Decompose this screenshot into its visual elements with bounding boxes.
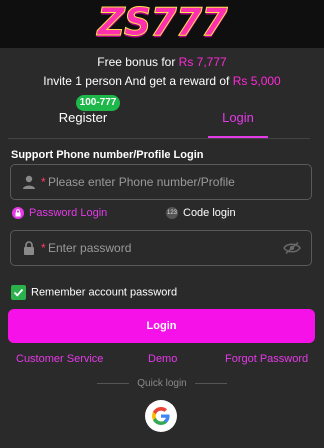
password-input[interactable]	[48, 239, 278, 257]
logo-text-777: 777	[150, 0, 228, 44]
logo-text-zs: ZS	[97, 0, 152, 44]
promo-line-bonus: Free bonus for Rs 7,777	[0, 55, 324, 69]
google-icon	[152, 407, 170, 425]
demo-link[interactable]: Demo	[148, 353, 177, 365]
login-button[interactable]: Login	[8, 309, 315, 343]
top-header-bar: ZS777	[0, 0, 324, 48]
promo-invite-amount: Rs 5,000	[232, 74, 281, 88]
forgot-password-link[interactable]: Forgot Password	[225, 353, 308, 365]
code-login-option[interactable]: 123 Code login	[166, 207, 236, 220]
auth-tabs: Register Login	[0, 96, 324, 138]
remember-checkbox[interactable]	[11, 285, 26, 300]
user-icon	[23, 175, 35, 189]
register-bonus-badge: 100-777	[76, 95, 120, 111]
code-123-icon: 123	[166, 207, 178, 220]
tabs-divider	[8, 138, 310, 139]
check-icon	[13, 288, 24, 297]
remember-label: Remember account password	[31, 286, 178, 299]
google-login-button[interactable]	[145, 400, 177, 432]
promo-line-invite: Invite 1 person And get a reward of Rs 5…	[0, 74, 324, 88]
lock-icon	[12, 207, 24, 220]
quick-login-divider: Quick login	[0, 378, 324, 389]
promo-invite-text: Invite 1 person And get a reward of	[43, 74, 233, 88]
divider-line-left	[97, 382, 130, 384]
password-login-label: Password Login	[29, 207, 108, 219]
phone-field-label: Support Phone number/Profile Login	[11, 149, 204, 161]
phone-required-mark: *	[41, 175, 46, 189]
divider-line-right	[194, 382, 227, 384]
customer-service-link[interactable]: Customer Service	[16, 353, 103, 365]
promo-bonus-amount: Rs 7,777	[178, 55, 227, 69]
lock-icon	[24, 241, 34, 255]
quick-login-label: Quick login	[137, 378, 187, 389]
remember-password-row[interactable]: Remember account password	[11, 285, 177, 300]
code-login-label: Code login	[183, 207, 236, 219]
tab-login[interactable]: Login	[208, 110, 268, 125]
password-login-option[interactable]: Password Login	[12, 207, 108, 220]
password-required-mark: *	[41, 241, 46, 255]
phone-field[interactable]: *	[10, 164, 312, 200]
promo-bonus-text: Free bonus for	[97, 55, 179, 69]
eye-hidden-icon[interactable]	[283, 241, 301, 255]
phone-input[interactable]	[48, 173, 278, 191]
password-field[interactable]: *	[10, 230, 312, 266]
brand-logo: ZS777	[0, 0, 324, 44]
tab-register[interactable]: Register	[50, 110, 116, 125]
